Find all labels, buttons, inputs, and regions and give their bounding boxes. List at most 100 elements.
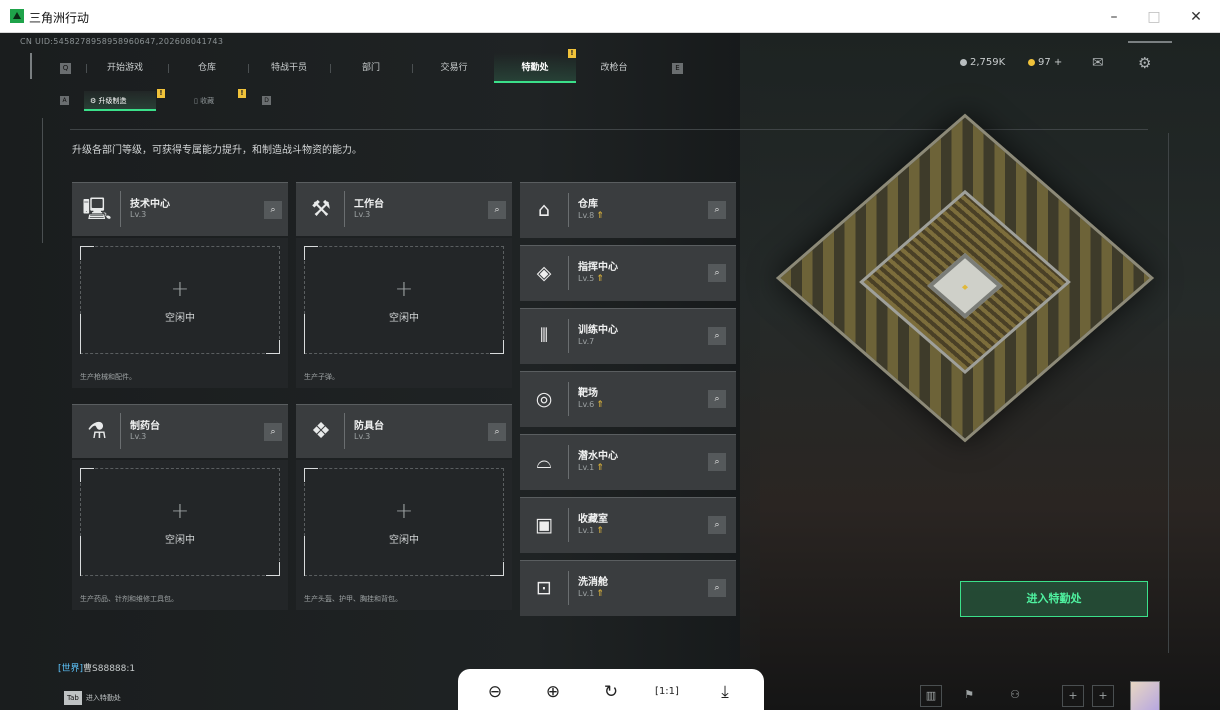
window-title: 三角洲行动 <box>29 11 90 25</box>
frame-line <box>30 53 32 79</box>
maximize-button[interactable]: □ <box>1140 6 1168 28</box>
card-divider <box>344 191 345 227</box>
workshop-card-armor-bench[interactable]: ❖ 防具台 Lv.3 ⌕ <box>296 404 512 458</box>
app-logo-icon <box>10 9 24 23</box>
tools-icon: ⚒ <box>311 197 331 222</box>
subtab-upgrade-craft[interactable]: ⚙ 升级制造 <box>84 91 156 111</box>
chat-line[interactable]: [世界]曹S88888:1 <box>58 661 135 674</box>
slot-status: 空闲中 <box>165 535 195 546</box>
facility-card-training-center[interactable]: ⫴ 训练中心 Lv.7 ⌕ <box>520 308 736 364</box>
decon-chamber-icon: ⊡ <box>536 577 552 599</box>
nav-separator <box>248 64 249 73</box>
production-slot[interactable]: + 空闲中 生产枪械和配件。 <box>72 238 288 388</box>
slot-status: 空闲中 <box>389 535 419 546</box>
tab-operators[interactable]: 特战干员 <box>256 53 322 83</box>
facility-name: 指挥中心 <box>578 262 618 273</box>
workshop-card-tech-center[interactable]: 🖳 技术中心 Lv.3 ⌕ <box>72 182 288 236</box>
search-icon[interactable]: ⌕ <box>708 264 726 282</box>
search-icon[interactable]: ⌕ <box>708 201 726 219</box>
card-divider <box>568 256 569 290</box>
subtab-collection[interactable]: ▯ 收藏 <box>188 91 238 111</box>
facility-name: 靶场 <box>578 388 598 399</box>
enter-special-ops-button[interactable]: 进入特勤处 <box>960 581 1148 617</box>
add-friend-button[interactable]: + <box>1062 685 1084 707</box>
facility-card-diving-center[interactable]: ⌓ 潜水中心 Lv.1 ⇑ ⌕ <box>520 434 736 490</box>
settings-gear-icon[interactable]: ⚙ <box>1138 54 1151 72</box>
search-icon[interactable]: ⌕ <box>264 423 282 441</box>
mail-icon[interactable]: ✉ <box>1092 55 1104 71</box>
add-member-button[interactable]: + <box>1092 685 1114 707</box>
search-icon[interactable]: ⌕ <box>708 453 726 471</box>
slot-status: 空闲中 <box>165 313 195 324</box>
tab-department[interactable]: 部门 <box>338 53 404 83</box>
tab-gunsmith[interactable]: 改枪台 <box>580 53 648 83</box>
friends-icon[interactable]: ⚇ <box>1004 685 1026 707</box>
tab-special-ops[interactable]: 特勤处 <box>494 53 576 83</box>
facility-level: Lv.1 ⇑ <box>578 526 604 536</box>
card-divider <box>568 319 569 353</box>
nav-next-key[interactable]: E <box>672 63 683 74</box>
nav-separator <box>412 64 413 73</box>
production-slot[interactable]: + 空闲中 生产药品、针剂和维修工具包。 <box>72 460 288 610</box>
facility-level: Lv.6 ⇑ <box>578 400 604 410</box>
tab-key: Tab <box>64 691 82 705</box>
viewer-toolbar: ⊖ ⊕ ↻ [1:1] ⤓ <box>458 669 764 710</box>
production-slot[interactable]: + 空闲中 生产头盔、护甲、胸挂和背包。 <box>296 460 512 610</box>
search-icon[interactable]: ⌕ <box>488 423 506 441</box>
flag-icon[interactable]: ⚑ <box>958 685 980 707</box>
zoom-in-icon[interactable]: ⊕ <box>540 679 566 705</box>
tab-trade[interactable]: 交易行 <box>420 53 488 83</box>
card-divider <box>568 445 569 479</box>
facility-card-command-center[interactable]: ◈ 指挥中心 Lv.5 ⇑ ⌕ <box>520 245 736 301</box>
coin-balance: 2,759K <box>960 57 1005 68</box>
minimize-button[interactable]: – <box>1100 6 1128 28</box>
search-icon[interactable]: ⌕ <box>264 201 282 219</box>
workshop-name: 防具台 <box>354 421 384 432</box>
workshop-card-workbench[interactable]: ⚒ 工作台 Lv.3 ⌕ <box>296 182 512 236</box>
facility-card-shooting-range[interactable]: ◎ 靶场 Lv.6 ⇑ ⌕ <box>520 371 736 427</box>
command-diamond-icon: ◈ <box>536 262 552 284</box>
top-nav: Q 开始游戏 仓库 特战干员 部门 交易行 特勤处 ! 改枪台 E <box>58 49 688 83</box>
search-icon[interactable]: ⌕ <box>488 201 506 219</box>
sub-nav: A ⚙ 升级制造 ! ▯ 收藏 ! D <box>60 89 280 113</box>
slot-frame: + 空闲中 <box>304 246 504 354</box>
cube-shell <box>775 113 1155 443</box>
facility-level: Lv.5 ⇑ <box>578 274 604 284</box>
avatar[interactable] <box>1130 681 1160 710</box>
search-icon[interactable]: ⌕ <box>708 579 726 597</box>
warehouse-icon: ⌂ <box>537 199 551 221</box>
production-slot[interactable]: + 空闲中 生产子弹。 <box>296 238 512 388</box>
slot-hint: 生产枪械和配件。 <box>80 373 136 381</box>
download-icon[interactable]: ⤓ <box>712 679 738 705</box>
facility-card-warehouse[interactable]: ⌂ 仓库 Lv.8 ⇑ ⌕ <box>520 182 736 238</box>
tab-alert-badge: ! <box>568 49 576 58</box>
uid-label: CN UID:545827895895896064​7,202608041743 <box>20 37 224 46</box>
tab-shortcut-hint[interactable]: Tab 进入特勤处 <box>64 691 121 705</box>
facility-card-decon-chamber[interactable]: ⊡ 洗消舱 Lv.1 ⇑ ⌕ <box>520 560 736 616</box>
stats-chart-icon[interactable]: ▥ <box>920 685 942 707</box>
search-icon[interactable]: ⌕ <box>708 327 726 345</box>
card-divider <box>120 413 121 449</box>
close-button[interactable]: ✕ <box>1182 6 1210 28</box>
search-icon[interactable]: ⌕ <box>708 390 726 408</box>
actual-size-icon[interactable]: [1:1] <box>654 679 680 705</box>
ticket-balance[interactable]: 97 + <box>1028 57 1062 68</box>
workshop-level: Lv.3 <box>354 210 371 219</box>
rotate-icon[interactable]: ↻ <box>598 679 624 705</box>
tab-warehouse[interactable]: 仓库 <box>176 53 238 83</box>
upgrade-arrow-icon: ⇑ <box>596 400 604 410</box>
upgrade-arrow-icon: ⇑ <box>596 274 604 284</box>
add-icon: + <box>394 499 414 524</box>
tab-start-game[interactable]: 开始游戏 <box>94 53 156 83</box>
chat-user: 曹S88888 <box>83 664 127 674</box>
sub-next-key[interactable]: D <box>262 96 271 105</box>
facility-card-collection-room[interactable]: ▣ 收藏室 Lv.1 ⇑ ⌕ <box>520 497 736 553</box>
search-icon[interactable]: ⌕ <box>708 516 726 534</box>
sub-prev-key[interactable]: A <box>60 96 69 105</box>
zoom-out-icon[interactable]: ⊖ <box>482 679 508 705</box>
workshop-card-pharmacy[interactable]: ⚗ 制药台 Lv.3 ⌕ <box>72 404 288 458</box>
workshop-level: Lv.3 <box>354 432 371 441</box>
card-divider <box>568 193 569 227</box>
nav-prev-key[interactable]: Q <box>60 63 71 74</box>
diving-mask-icon: ⌓ <box>536 451 552 473</box>
